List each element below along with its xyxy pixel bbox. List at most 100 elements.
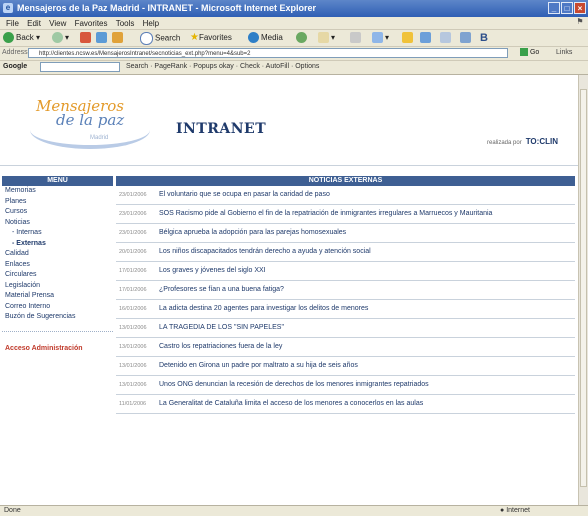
news-link[interactable]: Los graves y jóvenes del siglo XXI <box>159 267 575 275</box>
messenger-icon <box>420 32 431 44</box>
window-titlebar: e Mensajeros de la Paz Madrid - INTRANET… <box>0 0 588 17</box>
news-date: 23/01/2006 <box>119 230 147 236</box>
news-link[interactable]: La adicta destina 20 agentes para invest… <box>159 305 575 313</box>
news-row: 13/01/2006 Castro los repatriaciones fuer… <box>116 338 575 357</box>
discuss-button[interactable] <box>460 32 473 44</box>
favorites-button[interactable]: ★Favorites <box>190 32 232 44</box>
news-row: 23/01/2006 Bélgica aprueba la adopción pa… <box>116 224 575 243</box>
menu-favorites[interactable]: Favorites <box>75 19 108 28</box>
toolbar: Back ▾ ▾ Search ★Favorites Media ▾ ▾ B <box>0 30 588 47</box>
edit-button[interactable]: ▾ <box>372 32 389 44</box>
sidebar-item[interactable]: - Externas <box>2 239 113 250</box>
windows-logo-icon: ⚑ <box>576 17 584 26</box>
search-icon <box>140 32 153 45</box>
news-date: 13/01/2006 <box>119 344 147 350</box>
maximize-button[interactable]: □ <box>561 2 573 14</box>
stop-icon <box>80 32 91 44</box>
news-row: 23/01/2006 SOS Racismo pide al Gobierno e… <box>116 205 575 224</box>
minimize-button[interactable]: _ <box>548 2 560 14</box>
sidebar-item[interactable]: Correo Interno <box>2 302 113 313</box>
news-row: 17/01/2006 Los graves y jóvenes del siglo… <box>116 262 575 281</box>
vertical-scrollbar[interactable] <box>578 75 588 505</box>
media-button[interactable]: Media <box>248 32 283 44</box>
news-link[interactable]: Unos ONG denuncian la recesión de derech… <box>159 381 575 389</box>
tool-b-button[interactable]: B <box>480 32 488 44</box>
google-search-input[interactable] <box>40 62 120 72</box>
mail-button[interactable]: ▾ <box>318 32 335 44</box>
discuss-icon <box>460 32 471 44</box>
back-button[interactable]: Back ▾ <box>3 32 40 44</box>
sidebar-item[interactable]: Calidad <box>2 249 113 260</box>
sidebar-item[interactable]: Enlaces <box>2 260 113 271</box>
news-row: 20/01/2006 Los niños discapacitados tendr… <box>116 243 575 262</box>
news-link[interactable]: ¿Profesores se fían a una buena fatiga? <box>159 286 575 294</box>
go-button[interactable]: Go <box>520 48 548 58</box>
menu-file[interactable]: File <box>6 19 19 28</box>
news-panel: NOTICIAS EXTERNAS 23/01/2006 El voluntari… <box>116 176 575 414</box>
news-date: 16/01/2006 <box>119 306 147 312</box>
stop-button[interactable] <box>80 32 93 44</box>
media-icon <box>248 32 259 44</box>
nav-items: Memorias Planes Cursos Noticias - Internas - … <box>2 186 113 323</box>
research-button[interactable] <box>440 32 453 44</box>
forward-arrow-icon <box>52 32 63 44</box>
news-link[interactable]: SOS Racismo pide al Gobierno el fin de l… <box>159 210 575 218</box>
news-link[interactable]: Los niños discapacitados tendrán derecho… <box>159 248 575 256</box>
admin-access-link[interactable]: Acceso Administración <box>2 344 113 353</box>
news-date: 20/01/2006 <box>119 249 147 255</box>
b-icon: B <box>480 32 488 44</box>
sidebar-item[interactable]: Planes <box>2 197 113 208</box>
history-button[interactable] <box>296 32 309 44</box>
news-row: 13/01/2006 Detenido en Girona un padre po… <box>116 357 575 376</box>
news-row: 13/01/2006 LA TRAGEDIA DE LOS "SIN PAPELE… <box>116 319 575 338</box>
sidebar-item[interactable]: Legislación <box>2 281 113 292</box>
sidebar-item[interactable]: Noticias <box>2 218 113 229</box>
scrollbar-thumb[interactable] <box>580 89 587 487</box>
news-link[interactable]: LA TRAGEDIA DE LOS "SIN PAPELES" <box>159 324 575 332</box>
news-date: 11/01/2006 <box>119 401 147 407</box>
folder-icon <box>402 32 413 44</box>
window-controls: _ □ × <box>548 2 586 14</box>
news-link[interactable]: Detenido en Girona un padre por maltrato… <box>159 362 575 370</box>
links-button[interactable]: Links <box>556 49 572 56</box>
sidebar-item[interactable]: Material Prensa <box>2 291 113 302</box>
news-date: 13/01/2006 <box>119 363 147 369</box>
sidebar-item[interactable]: Buzón de Sugerencias <box>2 312 113 323</box>
brand-prefix: realizada por <box>487 140 522 146</box>
logo-text-line2[interactable]: de la paz <box>56 111 124 129</box>
news-row: 13/01/2006 Unos ONG denuncian la recesión… <box>116 376 575 395</box>
home-button[interactable] <box>112 32 125 44</box>
news-link[interactable]: El voluntario que se ocupa en pasar la c… <box>159 191 575 199</box>
news-link[interactable]: Castro los repatriaciones fuera de la le… <box>159 343 575 351</box>
sidebar-item[interactable]: Memorias <box>2 186 113 197</box>
back-arrow-icon <box>3 32 14 44</box>
address-input[interactable]: http://clientes.ncsw.es/MensajerosIntran… <box>28 48 508 58</box>
menu-tools[interactable]: Tools <box>116 19 135 28</box>
folder-button[interactable] <box>402 32 415 44</box>
google-toolbar-items[interactable]: Search · PageRank · Popups okay · Check … <box>126 63 319 70</box>
forward-button[interactable]: ▾ <box>52 32 69 44</box>
print-button[interactable] <box>350 32 363 44</box>
search-button[interactable]: Search <box>140 32 180 45</box>
star-icon: ★ <box>190 32 199 43</box>
messenger-button[interactable] <box>420 32 433 44</box>
menu-view[interactable]: View <box>49 19 66 28</box>
menu-edit[interactable]: Edit <box>27 19 41 28</box>
sidebar-item[interactable]: Circulares <box>2 270 113 281</box>
google-toolbar: Google Search · PageRank · Popups okay ·… <box>0 61 588 75</box>
page-viewport: Mensajeros de la paz Madrid INTRANET rea… <box>0 75 578 505</box>
news-link[interactable]: Bélgica aprueba la adopción para las par… <box>159 229 575 237</box>
google-logo[interactable]: Google <box>3 63 27 70</box>
close-button[interactable]: × <box>574 2 586 14</box>
status-bar: Done ● Internet <box>0 505 588 516</box>
go-arrow-icon <box>520 48 528 57</box>
refresh-button[interactable] <box>96 32 109 44</box>
edit-icon <box>372 32 383 44</box>
refresh-icon <box>96 32 107 44</box>
address-label: Address <box>2 49 28 56</box>
sidebar-item[interactable]: Cursos <box>2 207 113 218</box>
home-icon <box>112 32 123 44</box>
news-link[interactable]: La Generalitat de Cataluña limita el acc… <box>159 400 575 408</box>
menu-help[interactable]: Help <box>143 19 159 28</box>
sidebar-item[interactable]: - Internas <box>2 228 113 239</box>
